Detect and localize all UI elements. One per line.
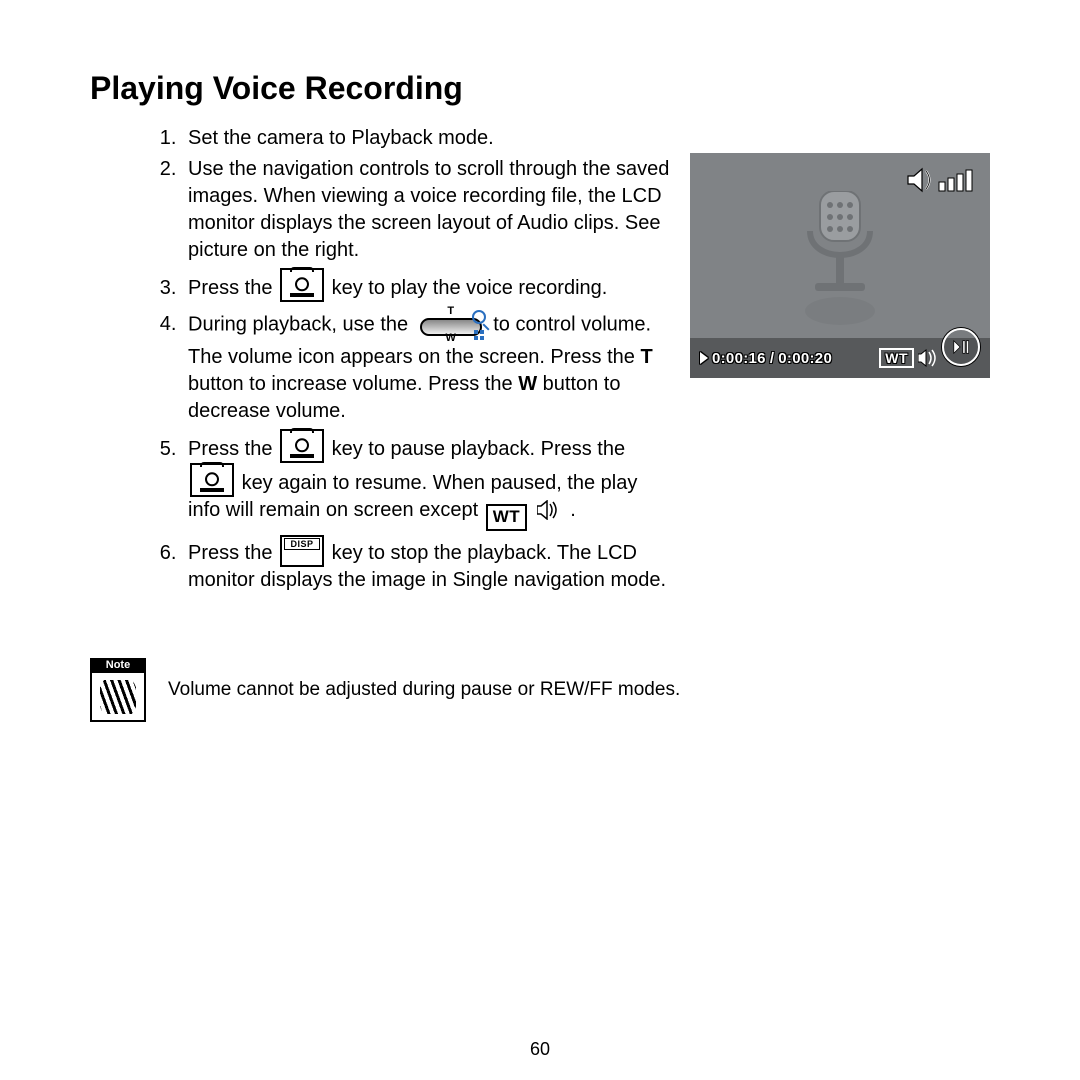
page: Playing Voice Recording Set the camera t… [0,0,1080,1080]
volume-indicator-icon [906,167,976,193]
play-triangle-icon [700,352,708,364]
w-button-label: W [518,373,537,395]
note-label: Note [90,658,146,673]
step-5-text-d: . [570,499,576,521]
speaker-icon [918,349,940,367]
wt-key-icon: WT [486,504,527,531]
speaker-icon [537,500,563,528]
content-row: Set the camera to Playback mode. Use the… [90,125,990,598]
note-row: Note Volume cannot be adjusted during pa… [90,658,990,722]
step-3-text-a: Press the [188,277,272,299]
steps-list: Set the camera to Playback mode. Use the… [150,125,670,594]
disp-key-label: DISP [284,538,320,550]
note-icon: Note [90,658,146,722]
time-sep: / [770,350,774,367]
paperclip-icon [100,680,136,714]
time-total: 0:00:20 [778,350,832,367]
step-2: Use the navigation controls to scroll th… [182,156,670,264]
t-button-label: T [640,346,652,368]
playback-time: 0:00:16 / 0:00:20 [700,350,832,367]
step-1-text: Set the camera to Playback mode. [188,127,494,149]
step-3-text-b: key to play the voice recording. [332,277,608,299]
time-elapsed: 0:00:16 [712,350,766,367]
step-5-text-a: Press the [188,438,272,460]
page-number: 60 [0,1039,1080,1060]
wt-indicator: WT [879,348,914,368]
camera-key-icon [280,429,324,463]
steps-column: Set the camera to Playback mode. Use the… [90,125,670,598]
step-5-text-b: key to pause playback. Press the [332,438,626,460]
disp-key-icon: DISP [280,535,324,567]
microphone-icon [790,191,890,331]
wt-speaker-group: WT [879,348,940,368]
camera-key-icon [280,268,324,302]
step-3: Press the key to play the voice recordin… [182,268,670,302]
zoom-rocker-icon: T W [418,306,484,344]
step-5: Press the key to pause playback. Press t… [182,429,670,531]
step-6-text-a: Press the [188,542,272,564]
lcd-preview: 0:00:16 / 0:00:20 WT [690,153,990,378]
page-title: Playing Voice Recording [90,70,990,107]
step-4: During playback, use the T W to control … [182,306,670,425]
step-4-text-a: During playback, use the [188,313,414,335]
step-6: Press the DISP key to stop the playback.… [182,535,670,594]
note-text: Volume cannot be adjusted during pause o… [168,679,680,701]
step-2-text: Use the navigation controls to scroll th… [188,158,669,261]
camera-key-icon [190,463,234,497]
step-4-text-d: button to increase volume. Press the [188,373,518,395]
step-1: Set the camera to Playback mode. [182,125,670,152]
play-pause-icon [942,328,980,366]
